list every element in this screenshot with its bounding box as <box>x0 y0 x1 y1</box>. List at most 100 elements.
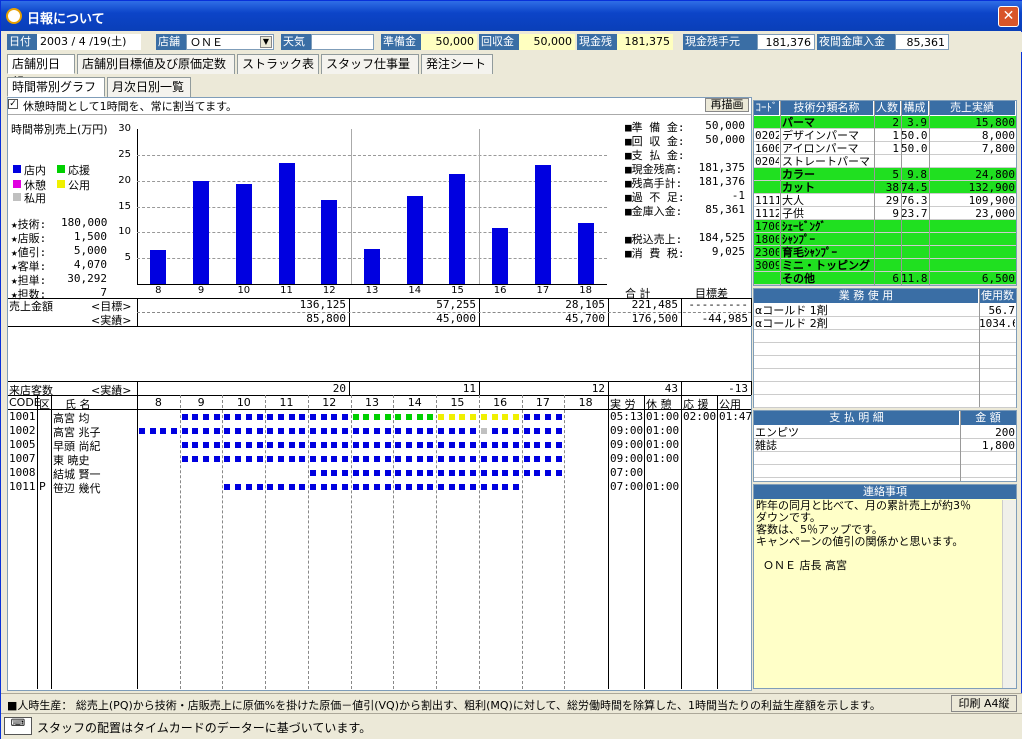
usage-row[interactable] <box>754 356 1016 369</box>
schedule-block <box>406 442 413 448</box>
y-tick-label: 15 <box>118 200 131 212</box>
tech-table: ｺｰﾄﾞ 技術分類名称 人数 構成 売上実績 パーマ 2 3.9 15,800 0202 デザインパ… <box>753 100 1017 286</box>
tab-store-targets[interactable]: 店舗別目標値及び原価定数 <box>77 54 235 74</box>
tab-store-daily[interactable]: 店舗別日報 <box>7 54 75 89</box>
schedule-block <box>544 428 551 434</box>
status-bar-top: ■人時生産： 総売上(PQ)から技術・店販売上に原価%を掛けた原価－値引(VQ)… <box>1 693 1022 713</box>
hour-grid-line <box>307 395 309 689</box>
tech-header: 売上実績 <box>929 101 1015 115</box>
redraw-button[interactable]: 再描画 <box>705 98 749 112</box>
tech-name: ｼｬﾝﾌﾟｰ <box>782 233 815 246</box>
usage-row[interactable] <box>754 330 1016 343</box>
x-tick-label: 18 <box>579 285 592 296</box>
schedule-block <box>160 428 167 434</box>
stat-value: 5,000 <box>73 244 107 257</box>
notes-scrollbar[interactable] <box>1002 500 1016 688</box>
schedule-block <box>235 428 242 434</box>
schedule-block <box>480 484 487 490</box>
schedule-block <box>363 470 370 476</box>
schedule-block <box>416 456 423 462</box>
legend-label: 公用 <box>68 179 90 192</box>
schedule-block <box>341 456 348 462</box>
schedule-block <box>331 470 338 476</box>
handcash-field[interactable]: 181,376 <box>757 34 815 50</box>
schedule-block <box>491 442 498 448</box>
staff-rest: 01:00 <box>646 438 680 451</box>
schedule-block <box>544 442 551 448</box>
night-field[interactable]: 85,361 <box>895 34 949 50</box>
staff-rest: 01:00 <box>646 452 680 465</box>
staff-name[interactable]: 笹辺 幾代 <box>53 480 101 496</box>
usage-value: 1034.6 <box>979 317 1015 330</box>
sales-bottom-line <box>8 326 751 327</box>
tab-staff-work[interactable]: スタッフ仕事量 <box>321 54 419 74</box>
schedule-block <box>544 456 551 462</box>
schedule-block <box>427 414 434 420</box>
staff-hour-header: 17 <box>535 396 550 409</box>
pay-row[interactable] <box>754 465 1016 478</box>
schedule-block <box>438 470 445 476</box>
collect-value: 50,000 <box>519 34 575 50</box>
usage-row[interactable] <box>754 343 1016 356</box>
tech-count <box>874 246 899 259</box>
pay-value: 1,800 <box>981 439 1015 452</box>
dropdown-arrow-icon[interactable]: ▼ <box>260 36 272 48</box>
staff-hour-header: 13 <box>364 396 379 409</box>
schedule-block <box>213 456 220 462</box>
y-tick-label: 20 <box>118 174 131 186</box>
tech-name: ｼｪｰﾋﾞﾝｸﾞ <box>782 220 826 233</box>
schedule-block <box>139 428 145 434</box>
checkbox-rest[interactable]: ✓ <box>8 99 18 109</box>
schedule-block <box>288 442 295 448</box>
schedule-block <box>555 470 562 476</box>
tech-col-line <box>929 101 930 285</box>
schedule-block <box>384 456 391 462</box>
schedule-block <box>395 484 402 490</box>
schedule-block <box>438 414 445 420</box>
schedule-block <box>512 470 519 476</box>
schedule-block <box>256 484 263 490</box>
tech-count: 38 <box>885 181 899 194</box>
usage-row[interactable] <box>754 369 1016 382</box>
bar-14 <box>406 196 423 284</box>
schedule-block <box>523 456 530 462</box>
close-button[interactable]: ✕ <box>998 6 1019 27</box>
schedule-block <box>192 456 199 462</box>
weather-field[interactable] <box>311 34 374 50</box>
date-field[interactable]: 2003 / 4 /19(土) <box>37 34 141 50</box>
schedule-block <box>534 428 541 434</box>
schedule-block <box>395 428 402 434</box>
schedule-block <box>181 428 188 434</box>
staff-code: 1001 <box>9 410 36 423</box>
usage-name: αコールド 1剤 <box>755 304 828 317</box>
tech-amount: 7,800 <box>981 142 1015 155</box>
schedule-block <box>491 428 498 434</box>
schedule-block <box>245 428 252 434</box>
tech-header: 人数 <box>874 101 900 115</box>
tech-ratio <box>901 233 927 246</box>
staff-work: 07:00 <box>610 480 644 493</box>
legend-label: 店内 <box>24 164 46 177</box>
schedule-block <box>235 414 242 420</box>
pay-row[interactable] <box>754 452 1016 465</box>
usage-row[interactable] <box>754 395 1016 408</box>
tech-code: 1700 <box>755 220 779 233</box>
schedule-block <box>267 484 274 490</box>
usage-header: 業 務 使 用 <box>754 289 978 303</box>
schedule-block <box>470 414 477 420</box>
print-button[interactable]: 印刷 A4縦 <box>951 695 1017 712</box>
tab-monthly-list[interactable]: 月次日別一覧 <box>107 77 191 97</box>
tech-name: 大人 <box>782 194 804 207</box>
bar-13 <box>364 248 380 284</box>
tab-struck[interactable]: ストラック表 <box>237 54 319 74</box>
usage-row[interactable] <box>754 382 1016 395</box>
tab-order-sheet[interactable]: 発注シート <box>421 54 493 74</box>
schedule-block <box>363 456 370 462</box>
schedule-block <box>288 456 295 462</box>
tech-ratio: 76.3 <box>901 194 927 207</box>
schedule-block <box>427 470 434 476</box>
sales-target-value: 136,125 <box>299 298 346 311</box>
tab-hourly-graph[interactable]: 時間帯別グラフ <box>7 77 105 97</box>
cash-label: 現金残 <box>577 34 617 50</box>
tech-name: アイロンパーマ <box>782 142 859 155</box>
